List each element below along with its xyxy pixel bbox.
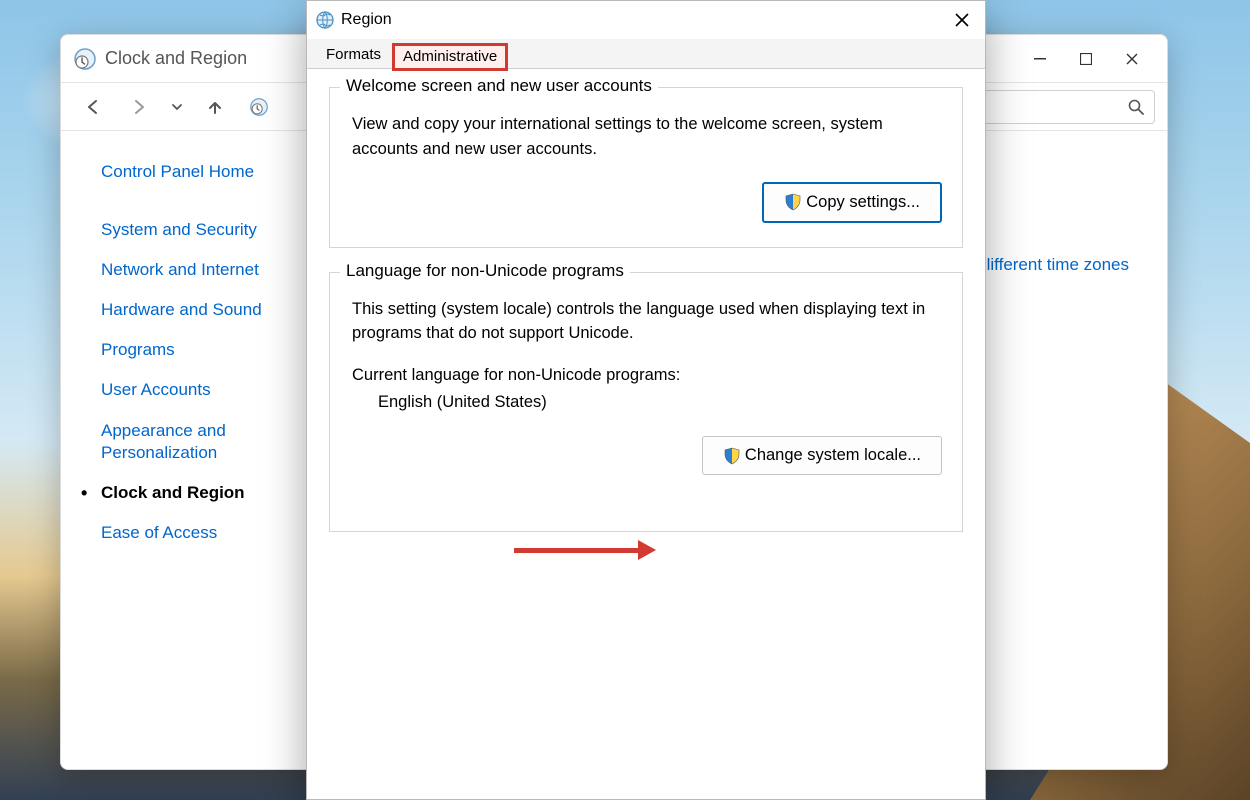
control-panel-sidebar: Control Panel Home System and Security N… (61, 131, 301, 769)
region-tabpanel: Welcome screen and new user accounts Vie… (307, 69, 985, 574)
region-title: Region (341, 11, 392, 29)
group-locale-legend: Language for non-Unicode programs (340, 261, 630, 281)
change-system-locale-button-label: Change system locale... (745, 446, 921, 465)
control-panel-title: Clock and Region (105, 48, 247, 69)
address-bar-icon[interactable] (241, 89, 277, 125)
uac-shield-icon (723, 447, 741, 465)
region-close-button[interactable] (939, 5, 985, 35)
region-tabstrip: Formats Administrative (307, 39, 985, 69)
close-button[interactable] (1109, 43, 1155, 75)
group-locale-desc: This setting (system locale) controls th… (352, 297, 940, 347)
current-locale-label: Current language for non-Unicode program… (352, 366, 940, 385)
sidebar-item-clock-region[interactable]: Clock and Region (101, 482, 289, 504)
change-system-locale-button[interactable]: Change system locale... (702, 436, 942, 475)
sidebar-item-hardware-sound[interactable]: Hardware and Sound (101, 299, 289, 321)
group-system-locale: Language for non-Unicode programs This s… (329, 272, 963, 532)
copy-settings-button[interactable]: Copy settings... (762, 182, 942, 223)
uac-shield-icon (784, 193, 802, 211)
forward-button[interactable] (119, 89, 159, 125)
group-welcome-legend: Welcome screen and new user accounts (340, 76, 658, 96)
history-chevron[interactable] (165, 89, 189, 125)
up-button[interactable] (195, 89, 235, 125)
sidebar-item-user-accounts[interactable]: User Accounts (101, 379, 289, 401)
search-input[interactable] (975, 90, 1155, 124)
group-welcome-screen: Welcome screen and new user accounts Vie… (329, 87, 963, 248)
sidebar-item-programs[interactable]: Programs (101, 339, 289, 361)
search-icon (1128, 99, 1144, 115)
group-welcome-desc: View and copy your international setting… (352, 112, 940, 162)
maximize-button[interactable] (1063, 43, 1109, 75)
region-titlebar: Region (307, 1, 985, 39)
sidebar-item-appearance-personalization[interactable]: Appearance and Personalization (101, 420, 289, 464)
back-button[interactable] (73, 89, 113, 125)
region-dialog: Region Formats Administrative Welcome sc… (306, 0, 986, 800)
clock-region-icon (73, 47, 97, 71)
tab-formats[interactable]: Formats (315, 40, 392, 68)
globe-icon (315, 10, 335, 30)
sidebar-item-network-internet[interactable]: Network and Internet (101, 259, 289, 281)
sidebar-item-ease-of-access[interactable]: Ease of Access (101, 522, 289, 544)
copy-settings-button-label: Copy settings... (806, 193, 920, 212)
sidebar-item-system-security[interactable]: System and Security (101, 219, 289, 241)
minimize-button[interactable] (1017, 43, 1063, 75)
sidebar-home-link[interactable]: Control Panel Home (101, 161, 289, 183)
tab-administrative[interactable]: Administrative (392, 43, 508, 71)
content-timezone-link[interactable]: lifferent time zones (987, 255, 1129, 275)
current-locale-value: English (United States) (378, 393, 940, 412)
